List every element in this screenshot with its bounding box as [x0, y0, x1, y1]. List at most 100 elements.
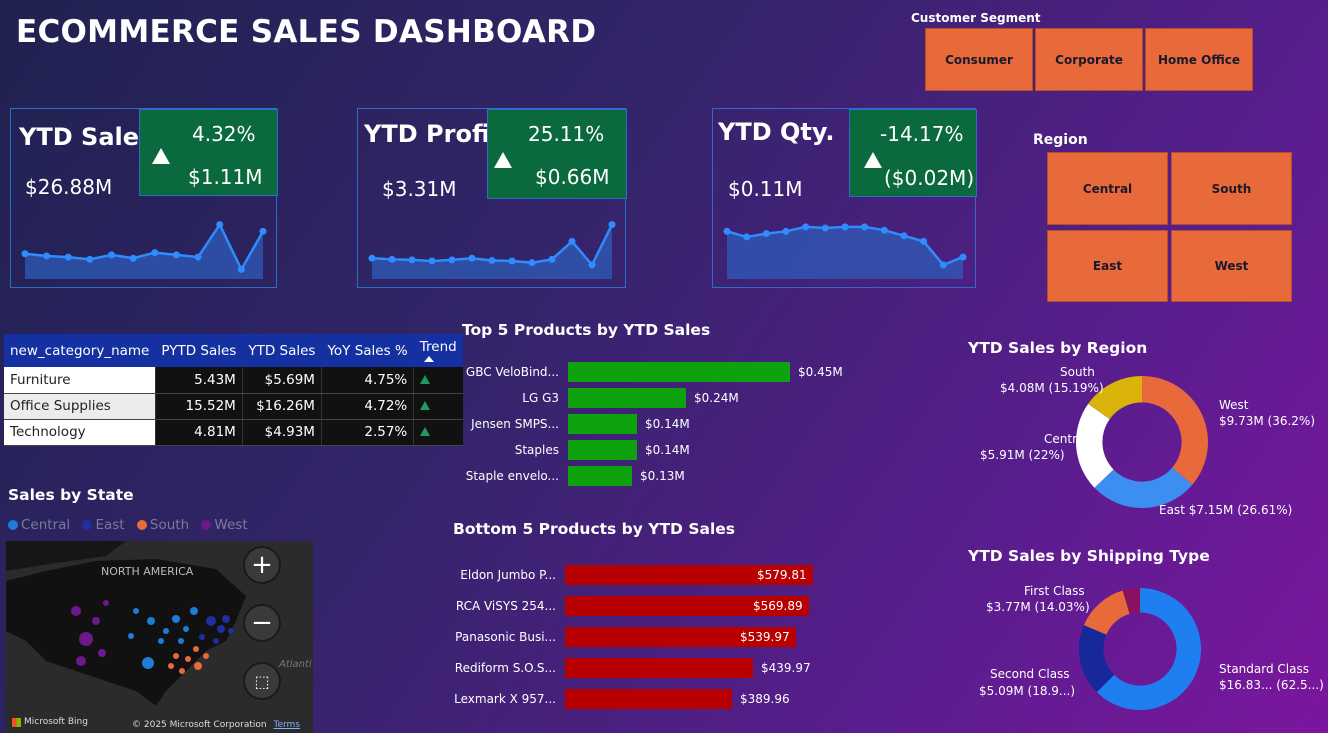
- region-east-button[interactable]: East: [1047, 230, 1168, 302]
- map-state-dot[interactable]: [133, 608, 139, 614]
- customer-segment-label: Customer Segment: [911, 11, 1041, 25]
- select-area-button[interactable]: ⬚: [243, 662, 281, 700]
- map-state-dot[interactable]: [179, 668, 185, 674]
- sparkline-point: [900, 232, 908, 240]
- sparkline-point: [508, 257, 516, 265]
- trend-header-label: Trend: [419, 339, 457, 355]
- map-legend: Central East South West: [8, 517, 256, 533]
- map-state-dot[interactable]: [213, 638, 219, 644]
- cell-yoy-pct: 4.72%: [320, 393, 414, 420]
- legend-item-west[interactable]: West: [201, 517, 248, 533]
- column-header[interactable]: PYTD Sales: [155, 334, 243, 367]
- kpi-pct-change: 4.32%: [192, 122, 256, 146]
- map-state-dot[interactable]: [172, 615, 180, 623]
- map-state-dot[interactable]: [142, 657, 154, 669]
- map-state-dot[interactable]: [183, 626, 189, 632]
- sparkline-point: [548, 255, 556, 263]
- sparkline-point: [259, 227, 267, 235]
- map-state-dot[interactable]: [203, 653, 209, 659]
- sparkline-point: [388, 255, 396, 263]
- cell-category: Furniture: [4, 367, 156, 394]
- plus-icon: +: [251, 550, 273, 580]
- bar[interactable]: [568, 440, 637, 460]
- sparkline-point: [782, 227, 790, 235]
- bar-label: GBC VeloBind...: [465, 365, 559, 379]
- map-state-dot[interactable]: [147, 617, 155, 625]
- map-state-dot[interactable]: [206, 616, 216, 626]
- state-map[interactable]: NORTH AMERICA Atlanti + − ⬚ Microsoft Bi…: [6, 541, 313, 733]
- bar[interactable]: [568, 466, 632, 486]
- sparkline-point: [108, 251, 116, 259]
- map-state-dot[interactable]: [173, 653, 179, 659]
- column-header-trend[interactable]: Trend: [413, 334, 463, 367]
- segment-consumer-button[interactable]: Consumer: [925, 28, 1033, 91]
- minus-icon: −: [251, 608, 273, 638]
- map-state-dot[interactable]: [98, 649, 106, 657]
- map-state-dot[interactable]: [199, 634, 205, 640]
- map-state-dot[interactable]: [228, 628, 234, 634]
- map-state-dot[interactable]: [178, 638, 184, 644]
- cell-category: Technology: [4, 419, 156, 446]
- map-state-dot[interactable]: [217, 625, 225, 633]
- sparkline-point: [129, 254, 137, 262]
- kpi-value: $3.31M: [382, 177, 457, 201]
- zoom-out-button[interactable]: −: [243, 604, 281, 642]
- segment-corporate-button[interactable]: Corporate: [1035, 28, 1143, 91]
- bar[interactable]: [565, 689, 732, 709]
- bar-label: Staples: [514, 443, 559, 457]
- region-slicer-label: Region: [1033, 132, 1088, 148]
- kpi-card-ytd-sales: YTD Sales $26.88M 4.32% $1.11M: [10, 108, 278, 288]
- map-state-dot[interactable]: [76, 656, 86, 666]
- legend-item-central[interactable]: Central: [8, 517, 70, 533]
- sparkline-point: [802, 223, 810, 231]
- region-south-button[interactable]: South: [1171, 152, 1292, 225]
- region-central-button[interactable]: Central: [1047, 152, 1168, 225]
- bar[interactable]: [568, 388, 686, 408]
- map-state-dot[interactable]: [222, 615, 230, 623]
- segment-home-office-button[interactable]: Home Office: [1145, 28, 1253, 91]
- legend-item-east[interactable]: East: [82, 517, 125, 533]
- map-state-dot[interactable]: [71, 606, 81, 616]
- map-state-dot[interactable]: [194, 662, 202, 670]
- table-row: Office Supplies 15.52M $16.26M 4.72%: [4, 393, 463, 420]
- map-state-dot[interactable]: [163, 628, 169, 634]
- map-state-dot[interactable]: [190, 607, 198, 615]
- map-state-dot[interactable]: [193, 646, 199, 652]
- microsoft-logo-icon: [12, 717, 21, 727]
- map-state-dot[interactable]: [79, 632, 93, 646]
- bar-label: RCA ViSYS 254...: [455, 599, 556, 613]
- map-state-dot[interactable]: [92, 617, 100, 625]
- bing-logo: Microsoft Bing: [12, 717, 88, 727]
- table-header-row: new_category_name PYTD Sales YTD Sales Y…: [4, 334, 463, 367]
- bar-label: Rediform S.O.S...: [454, 661, 556, 675]
- bar-value-label: $539.97: [740, 630, 790, 644]
- sparkline-area: [25, 224, 263, 279]
- category-table: new_category_name PYTD Sales YTD Sales Y…: [4, 334, 463, 446]
- donut-label-first-class-value: $3.77M (14.03%): [986, 600, 1090, 614]
- bar[interactable]: [568, 414, 637, 434]
- terms-link[interactable]: Terms: [273, 720, 300, 730]
- legend-item-south[interactable]: South: [136, 517, 189, 533]
- column-header[interactable]: YoY Sales %: [321, 334, 414, 367]
- bar[interactable]: [568, 362, 790, 382]
- kpi-value: $0.11M: [728, 177, 803, 201]
- column-header[interactable]: YTD Sales: [242, 334, 322, 367]
- trend-up-icon: [420, 427, 431, 436]
- up-arrow-icon: [494, 152, 512, 168]
- map-state-dot[interactable]: [158, 638, 164, 644]
- bing-label: Microsoft Bing: [24, 717, 88, 727]
- sparkline-point: [743, 233, 751, 241]
- column-header[interactable]: new_category_name: [4, 334, 156, 367]
- map-state-dot[interactable]: [185, 656, 191, 662]
- region-west-button[interactable]: West: [1171, 230, 1292, 302]
- cell-yoy-pct: 4.75%: [320, 367, 414, 394]
- bar[interactable]: [565, 658, 753, 678]
- map-state-dot[interactable]: [128, 633, 134, 639]
- map-attribution: © 2025 Microsoft Corporation Terms: [132, 720, 300, 730]
- donut-label-standard-class: Standard Class: [1219, 662, 1309, 676]
- map-state-dot[interactable]: [168, 663, 174, 669]
- map-state-dot[interactable]: [103, 600, 109, 606]
- zoom-in-button[interactable]: +: [243, 546, 281, 584]
- select-area-icon: ⬚: [254, 671, 270, 691]
- donut-slice-west[interactable]: [1142, 376, 1208, 485]
